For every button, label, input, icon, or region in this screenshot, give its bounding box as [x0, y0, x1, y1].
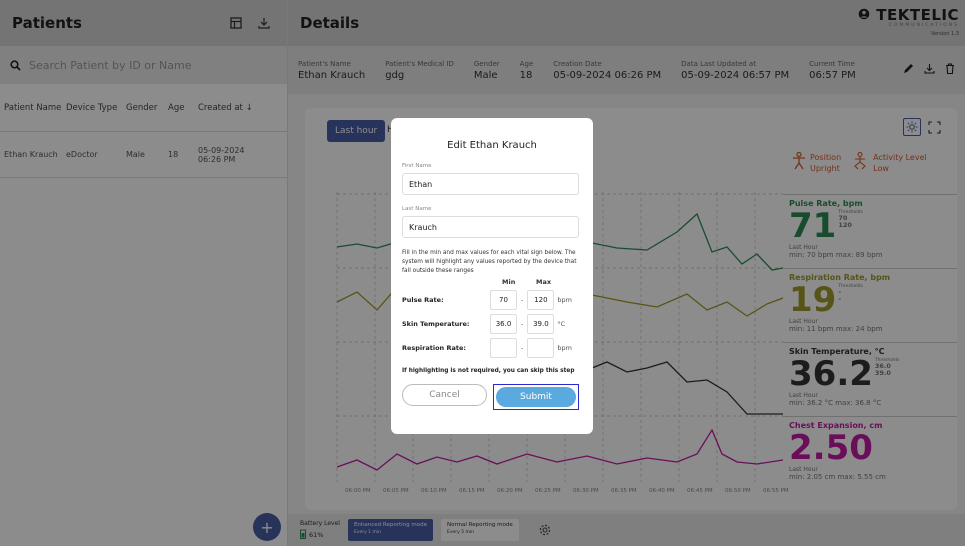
pulse-max-input[interactable] [527, 290, 555, 310]
cancel-button[interactable]: Cancel [402, 384, 487, 406]
range-dash: - [521, 320, 524, 328]
range-header: Min Max [402, 278, 582, 286]
range-row-respiration: Respiration Rate: - bpm [402, 338, 582, 358]
first-name-label: First Name [402, 163, 432, 169]
range-dash: - [521, 344, 524, 352]
last-name-field[interactable] [402, 216, 579, 238]
range-label: Pulse Rate: [402, 296, 444, 304]
dialog-title: Edit Ethan Krauch [447, 140, 537, 151]
range-dash: - [521, 296, 524, 304]
submit-button[interactable]: Submit [496, 387, 576, 407]
range-row-pulse: Pulse Rate: - bpm [402, 290, 582, 310]
range-unit: °C [557, 320, 566, 328]
skin-temp-max-input[interactable] [527, 314, 555, 334]
pulse-min-input[interactable] [490, 290, 517, 310]
dialog-buttons: Cancel Submit [402, 384, 582, 410]
last-name-label: Last Name [402, 206, 432, 212]
submit-highlight: Submit [493, 384, 579, 410]
skip-note: If highlighting is not required, you can… [402, 368, 575, 374]
range-unit: bpm [557, 344, 572, 352]
range-label: Respiration Rate: [402, 344, 466, 352]
range-unit: bpm [557, 296, 572, 304]
min-header: Min [502, 278, 516, 286]
range-label: Skin Temperature: [402, 320, 470, 328]
skin-temp-min-input[interactable] [490, 314, 517, 334]
range-row-skin-temp: Skin Temperature: - °C [402, 314, 582, 334]
max-header: Max [536, 278, 552, 286]
respiration-min-input[interactable] [490, 338, 517, 358]
respiration-max-input[interactable] [527, 338, 555, 358]
edit-patient-dialog: Edit Ethan Krauch First Name Last Name F… [391, 118, 593, 434]
first-name-field[interactable] [402, 173, 579, 195]
ranges-note: Fill in the min and max values for each … [402, 250, 577, 274]
